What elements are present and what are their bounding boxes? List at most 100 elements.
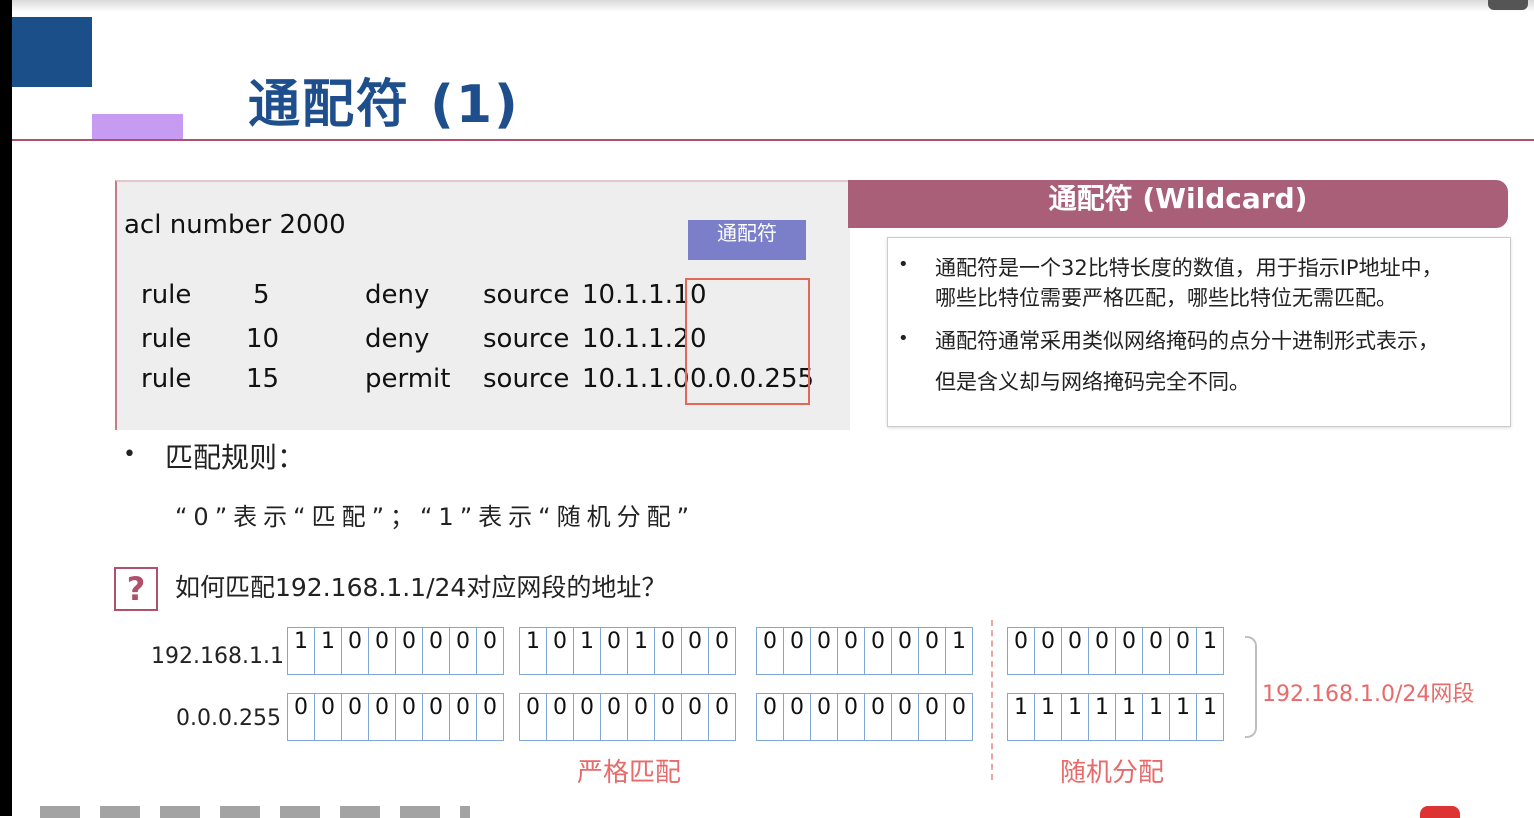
match-rule-desc: “0”表示“匹配”；“1”表示“随机分配” xyxy=(175,503,696,531)
bit-cell: 0 xyxy=(547,628,574,674)
bit-cell: 0 xyxy=(682,694,709,740)
wildcard-desc-line: 但是含义却与网络掩码完全不同。 xyxy=(935,370,1250,394)
bit-cell: 0 xyxy=(811,694,838,740)
octet-box: 00000001 xyxy=(1007,627,1224,675)
bit-cell: 1 xyxy=(520,628,547,674)
title-divider xyxy=(12,139,1534,141)
bit-cell: 1 xyxy=(1089,694,1116,740)
question-icon: ? xyxy=(114,567,158,611)
question-text: 如何匹配192.168.1.1/24对应网段的地址？ xyxy=(175,573,667,602)
brand-logo-icon xyxy=(1420,806,1460,818)
bit-cell: 0 xyxy=(369,628,396,674)
wildcard-desc-line: 通配符是一个32比特长度的数值，用于指示IP地址中， xyxy=(935,256,1443,280)
network-label: 192.168.1.0/24网段 xyxy=(1262,682,1475,707)
bit-cell: 1 xyxy=(574,628,601,674)
bit-cell: 0 xyxy=(919,628,946,674)
rule-ip: 10.1.1.0 xyxy=(582,364,690,394)
top-shade xyxy=(12,0,1534,12)
bit-cell: 1 xyxy=(952,629,966,654)
bit-cell: 0 xyxy=(1170,628,1197,674)
octet-box: 00000000 xyxy=(519,693,736,741)
bit-cell: 1 xyxy=(1170,694,1197,740)
strict-match-label: 严格匹配 xyxy=(577,758,682,788)
wildcard-panel-header: 通配符 (Wildcard) xyxy=(848,180,1508,228)
bit-cell: 0 xyxy=(483,629,497,654)
rule-source: source xyxy=(483,280,570,310)
footer-text xyxy=(40,806,470,818)
octet-box: 11000000 xyxy=(287,627,504,675)
bit-cell: 0 xyxy=(342,694,369,740)
bit-cell: 0 xyxy=(715,695,729,720)
octet-box: 00000000 xyxy=(287,693,504,741)
octet-box: 10101000 xyxy=(519,627,736,675)
bit-cell: 0 xyxy=(1143,628,1170,674)
rule-keyword: rule xyxy=(141,280,192,310)
rule-source: source xyxy=(483,364,570,394)
bit-cell: 0 xyxy=(838,694,865,740)
bit-cell: 1 xyxy=(1035,694,1062,740)
bit-cell: 1 xyxy=(1116,694,1143,740)
bullet-icon: • xyxy=(898,328,909,349)
bit-cell: 0 xyxy=(865,628,892,674)
bit-cell: 0 xyxy=(483,695,497,720)
rule-source: source xyxy=(483,324,570,354)
bit-cell: 0 xyxy=(315,694,342,740)
bit-cell: 0 xyxy=(396,694,423,740)
bullet-icon: • xyxy=(898,254,909,275)
bit-cell: 0 xyxy=(288,694,315,740)
wildcard-desc-line: 哪些比特位需要严格匹配，哪些比特位无需匹配。 xyxy=(935,286,1397,310)
bit-cell: 1 xyxy=(315,628,342,674)
bit-cell: 0 xyxy=(952,695,966,720)
bit-cell: 0 xyxy=(1089,628,1116,674)
bit-cell: 0 xyxy=(838,628,865,674)
blue-logo-square xyxy=(12,17,92,87)
bullet-icon: • xyxy=(123,442,136,467)
bit-cell: 0 xyxy=(784,694,811,740)
bit-cell: 0 xyxy=(784,628,811,674)
rule-action: deny xyxy=(365,324,430,354)
wildcard-row-label: 0.0.0.255 xyxy=(176,706,281,731)
rule-id: 15 xyxy=(246,364,280,394)
bit-cell: 0 xyxy=(450,628,477,674)
bit-cell: 0 xyxy=(601,694,628,740)
bit-cell: 0 xyxy=(1062,628,1089,674)
bit-cell: 1 xyxy=(1008,694,1035,740)
rule-ip: 10.1.1.2 xyxy=(582,324,690,354)
bit-cell: 0 xyxy=(715,629,729,654)
acl-header: acl number 2000 xyxy=(124,210,346,240)
bit-cell: 1 xyxy=(1203,629,1217,654)
bit-cell: 0 xyxy=(655,628,682,674)
bit-cell: 0 xyxy=(655,694,682,740)
wildcard-desc-line: 通配符通常采用类似网络掩码的点分十进制形式表示， xyxy=(935,329,1439,353)
bit-cell: 1 xyxy=(1143,694,1170,740)
bit-cell: 0 xyxy=(628,694,655,740)
rule-id: 10 xyxy=(246,324,280,354)
octet-box: 00000001 xyxy=(756,627,973,675)
left-edge xyxy=(0,0,12,816)
corner-tab xyxy=(1488,0,1528,10)
bit-cell: 1 xyxy=(288,628,315,674)
bit-cell: 1 xyxy=(1062,694,1089,740)
bit-cell: 0 xyxy=(547,694,574,740)
wildcard-tag: 通配符 xyxy=(688,220,806,260)
rule-ip: 10.1.1.1 xyxy=(582,280,690,310)
bit-cell: 0 xyxy=(369,694,396,740)
rule-action: deny xyxy=(365,280,430,310)
octet-box: 11111111 xyxy=(1007,693,1224,741)
bit-cell: 0 xyxy=(682,628,709,674)
bit-cell: 1 xyxy=(1203,695,1217,720)
ip-row-label: 192.168.1.1 xyxy=(151,644,284,669)
bit-cell: 0 xyxy=(601,628,628,674)
wildcard-highlight-box xyxy=(685,278,810,405)
bit-cell: 0 xyxy=(757,628,784,674)
bit-cell: 0 xyxy=(757,694,784,740)
bit-cell: 0 xyxy=(342,628,369,674)
network-brace xyxy=(1245,636,1257,738)
bit-cell: 1 xyxy=(628,628,655,674)
rule-id: 5 xyxy=(253,280,270,310)
bit-cell: 0 xyxy=(811,628,838,674)
bit-cell: 0 xyxy=(865,694,892,740)
bit-cell: 0 xyxy=(423,628,450,674)
match-rule-title: 匹配规则： xyxy=(165,441,306,474)
bit-cell: 0 xyxy=(423,694,450,740)
